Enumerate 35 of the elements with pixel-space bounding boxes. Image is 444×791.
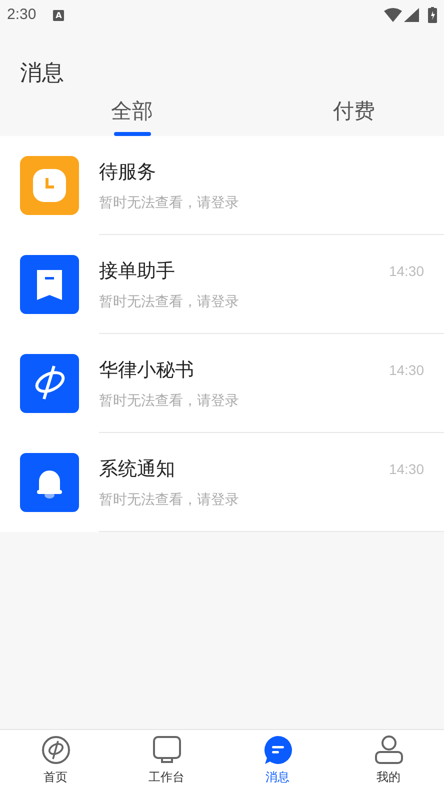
page-title: 消息 (20, 60, 64, 88)
tab[interactable]: 全部 (42, 96, 222, 136)
message-item[interactable]: 接单助手 14:30 暂时无法查看，请登录 (0, 235, 444, 334)
message-title: 接单助手 (99, 259, 175, 284)
tab[interactable]: 付费 (264, 96, 444, 136)
nav-tab[interactable]: 首页 (0, 730, 111, 791)
monitor-icon (152, 735, 182, 765)
signal-icon (404, 8, 419, 22)
logo-icon (20, 354, 79, 413)
message-time: 14:30 (388, 460, 424, 479)
bell-icon (20, 453, 79, 512)
person-icon (374, 735, 404, 765)
message-preview: 暂时无法查看，请登录 (99, 490, 239, 510)
logo-icon (40, 735, 70, 765)
nav-tab[interactable]: 工作台 (111, 730, 222, 791)
chat-icon (262, 735, 292, 765)
status-time: 2:30 (7, 4, 36, 25)
battery-icon (428, 7, 437, 23)
message-title: 华律小秘书 (99, 358, 194, 383)
message-time: 14:30 (388, 360, 424, 380)
message-title: 系统通知 (99, 457, 175, 482)
message-title: 待服务 (99, 160, 156, 185)
message-item[interactable]: 系统通知 14:30 暂时无法查看，请登录 (0, 433, 444, 532)
message-preview: 暂时无法查看，请登录 (99, 392, 239, 410)
message-preview: 暂时无法查看，请登录 (99, 292, 239, 312)
bookmark-icon (20, 255, 79, 314)
notification-icon: A (53, 10, 64, 20)
clock-icon (20, 156, 79, 215)
message-preview: 暂时无法查看，请登录 (99, 194, 239, 212)
nav-tab[interactable]: 我的 (333, 730, 444, 791)
nav-tab[interactable]: 消息 (222, 730, 333, 791)
message-time: 14:30 (388, 262, 424, 281)
message-item[interactable]: 华律小秘书 14:30 暂时无法查看，请登录 (0, 334, 444, 433)
wifi-icon (384, 8, 402, 22)
message-item[interactable]: 待服务 暂时无法查看，请登录 (0, 136, 444, 235)
